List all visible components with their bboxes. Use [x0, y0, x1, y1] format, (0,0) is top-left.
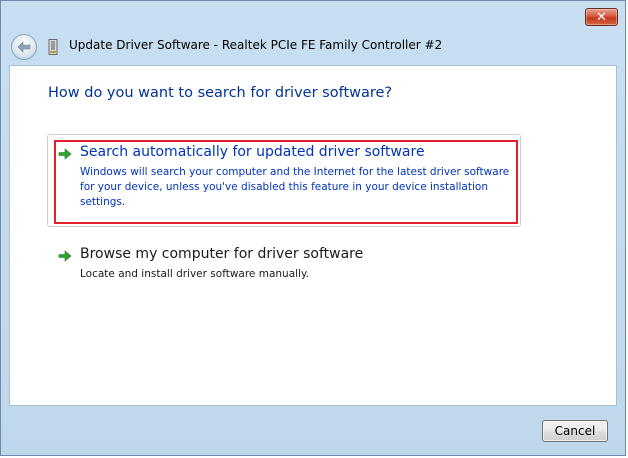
close-icon: ✕: [596, 9, 607, 25]
green-arrow-icon: [58, 250, 72, 262]
search-automatically-title: Search automatically for updated driver …: [80, 144, 425, 160]
dialog-content: How do you want to search for driver sof…: [9, 65, 617, 406]
search-automatically-description: Windows will search your computer and th…: [80, 166, 510, 208]
window-title: Update Driver Software - Realtek PCIe FE…: [69, 38, 443, 52]
browse-computer-title: Browse my computer for driver software: [80, 246, 364, 262]
back-button[interactable]: [11, 34, 37, 60]
green-arrow-icon: [58, 148, 72, 160]
browse-computer-description: Locate and install driver software manua…: [80, 268, 310, 280]
network-adapter-icon: [48, 39, 58, 55]
dialog-footer: Cancel: [1, 406, 625, 456]
page-title: How do you want to search for driver sof…: [48, 85, 393, 101]
title-bar: ✕ Update Driver Software - Realtek PCIe …: [1, 1, 625, 65]
close-button[interactable]: ✕: [585, 8, 618, 26]
cancel-button[interactable]: Cancel: [542, 420, 608, 442]
update-driver-window: ✕ Update Driver Software - Realtek PCIe …: [0, 0, 626, 456]
back-arrow-icon: [17, 41, 31, 53]
